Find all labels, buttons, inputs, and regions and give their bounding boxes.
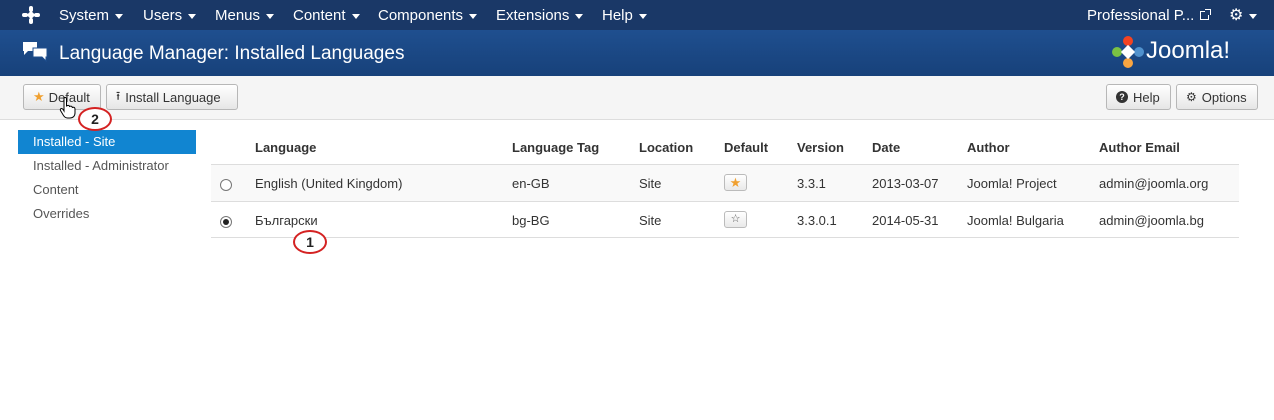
sidebar-item-installed-site[interactable]: Installed - Site bbox=[18, 130, 196, 154]
page-header: Language Manager: Installed Languages Jo… bbox=[0, 30, 1274, 76]
caret-down-icon bbox=[469, 13, 478, 19]
column-header-language[interactable]: Language bbox=[255, 140, 316, 155]
language-version: 3.3.0.1 bbox=[797, 213, 837, 228]
install-language-button[interactable]: ⭱ Install Language bbox=[106, 84, 238, 110]
sidebar-item-content[interactable]: Content bbox=[18, 178, 196, 202]
column-header-location[interactable]: Location bbox=[639, 140, 693, 155]
caret-down-icon bbox=[1249, 13, 1258, 19]
site-preview-link[interactable]: Professional P... bbox=[1087, 0, 1212, 30]
column-header-default[interactable]: Default bbox=[724, 140, 768, 155]
caret-down-icon bbox=[266, 13, 275, 19]
menu-content[interactable]: Content bbox=[293, 0, 360, 30]
row-select-radio[interactable] bbox=[220, 179, 232, 191]
table-row: Български bg-BG Site ☆ 3.3.0.1 2014-05-3… bbox=[211, 201, 1239, 238]
star-outline-icon: ☆ bbox=[730, 213, 741, 225]
menu-menus[interactable]: Menus bbox=[215, 0, 275, 30]
top-navbar: System Users Menus Content Components Ex… bbox=[0, 0, 1274, 30]
language-name: English (United Kingdom) bbox=[255, 176, 403, 191]
menu-help[interactable]: Help bbox=[602, 0, 647, 30]
column-header-date[interactable]: Date bbox=[872, 140, 900, 155]
column-header-language-tag[interactable]: Language Tag bbox=[512, 140, 599, 155]
language-tag: en-GB bbox=[512, 176, 550, 191]
options-button[interactable]: ⚙ Options bbox=[1176, 84, 1258, 110]
joomla-logo-icon[interactable] bbox=[22, 6, 40, 24]
sidebar-item-installed-administrator[interactable]: Installed - Administrator bbox=[18, 154, 196, 178]
caret-down-icon bbox=[115, 13, 124, 19]
upload-icon: ⭱ bbox=[116, 88, 121, 103]
column-header-author-email[interactable]: Author Email bbox=[1099, 140, 1180, 155]
caret-down-icon bbox=[575, 13, 584, 19]
menu-system[interactable]: System bbox=[59, 0, 124, 30]
caret-down-icon bbox=[638, 13, 647, 19]
annotation-callout-2: 2 bbox=[78, 107, 112, 131]
language-date: 2014-05-31 bbox=[872, 213, 939, 228]
language-author-email: admin@joomla.bg bbox=[1099, 213, 1204, 228]
language-name: Български bbox=[255, 213, 318, 228]
menu-extensions[interactable]: Extensions bbox=[496, 0, 584, 30]
table-bottom-border bbox=[211, 237, 1239, 238]
sidebar-item-overrides[interactable]: Overrides bbox=[18, 202, 196, 226]
row-select-radio[interactable] bbox=[220, 216, 232, 228]
gear-icon: ⚙ bbox=[1186, 90, 1197, 104]
menu-users[interactable]: Users bbox=[143, 0, 197, 30]
help-button[interactable]: ? Help bbox=[1106, 84, 1171, 110]
column-header-version[interactable]: Version bbox=[797, 140, 844, 155]
language-location: Site bbox=[639, 176, 662, 191]
language-author-email: admin@joomla.org bbox=[1099, 176, 1209, 191]
make-default-star-button[interactable]: ☆ bbox=[724, 211, 747, 228]
annotation-callout-1: 1 bbox=[293, 230, 327, 254]
language-location: Site bbox=[639, 213, 662, 228]
table-row: English (United Kingdom) en-GB Site ★ 3.… bbox=[211, 164, 1239, 201]
language-date: 2013-03-07 bbox=[872, 176, 939, 191]
default-star-button[interactable]: ★ bbox=[724, 174, 747, 191]
joomla-brand-text: Joomla! bbox=[1146, 37, 1231, 64]
toolbar: ★ Default ⭱ Install Language ? Help ⚙ Op… bbox=[0, 76, 1274, 120]
page-title: Language Manager: Installed Languages bbox=[59, 43, 405, 64]
user-settings-menu[interactable]: ⚙ bbox=[1229, 0, 1258, 30]
language-version: 3.3.1 bbox=[797, 176, 826, 191]
language-tag: bg-BG bbox=[512, 213, 550, 228]
question-circle-icon: ? bbox=[1116, 91, 1128, 103]
caret-down-icon bbox=[351, 13, 360, 19]
star-filled-icon: ★ bbox=[729, 175, 742, 190]
star-icon: ★ bbox=[33, 89, 45, 104]
external-link-icon bbox=[1200, 8, 1212, 20]
language-author: Joomla! Bulgaria bbox=[967, 213, 1064, 228]
hand-pointer-cursor-icon bbox=[59, 97, 76, 119]
language-author: Joomla! Project bbox=[967, 176, 1057, 191]
column-header-author[interactable]: Author bbox=[967, 140, 1010, 155]
chat-bubbles-icon bbox=[23, 42, 48, 63]
caret-down-icon bbox=[188, 13, 197, 19]
gear-icon: ⚙ bbox=[1229, 7, 1244, 24]
sidebar: Installed - Site Installed - Administrat… bbox=[18, 130, 196, 226]
menu-components[interactable]: Components bbox=[378, 0, 478, 30]
